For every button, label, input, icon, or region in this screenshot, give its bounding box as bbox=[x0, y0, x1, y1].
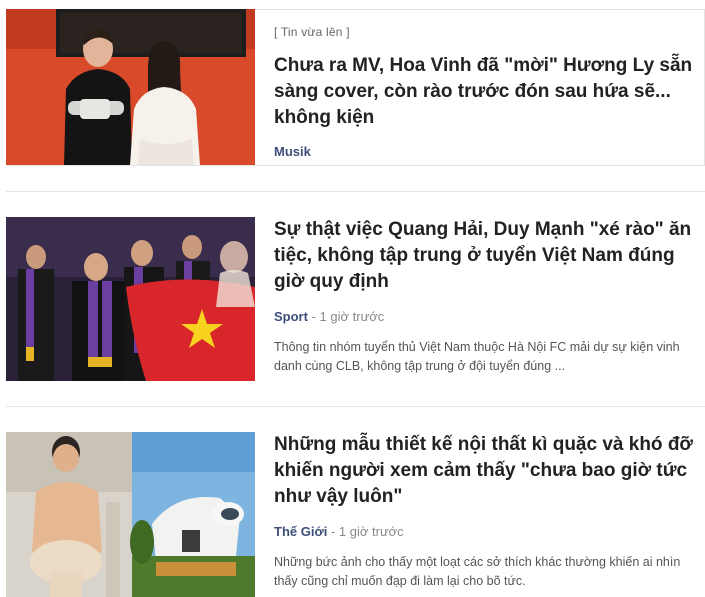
article-tag: [ Tin vừa lên ] bbox=[274, 25, 350, 39]
article-description: Thông tin nhóm tuyển thủ Việt Nam thuộc … bbox=[274, 340, 680, 373]
article-card-3[interactable]: Những mẫu thiết kế nội thất kì quặc và k… bbox=[6, 432, 705, 597]
category-link[interactable]: Sport bbox=[274, 309, 308, 324]
article-thumbnail[interactable] bbox=[6, 217, 255, 381]
meta-separator: - bbox=[330, 524, 336, 539]
divider bbox=[6, 191, 705, 192]
article-title[interactable]: Sự thật việc Quang Hải, Duy Mạnh "xé rào… bbox=[274, 217, 694, 295]
category-link[interactable]: Musik bbox=[274, 144, 311, 159]
timestamp: 1 giờ trước bbox=[338, 524, 404, 539]
article-meta: Thế Giới - 1 giờ trước bbox=[274, 524, 694, 539]
article-card-1[interactable]: [ Tin vừa lên ] Chưa ra MV, Hoa Vinh đã … bbox=[6, 9, 705, 166]
article-meta: Sport - 1 giờ trước bbox=[274, 309, 694, 324]
category-link[interactable]: Thế Giới bbox=[274, 524, 327, 539]
article-content: Những mẫu thiết kế nội thất kì quặc và k… bbox=[274, 432, 694, 591]
article-content: Sự thật việc Quang Hải, Duy Mạnh "xé rào… bbox=[274, 217, 694, 376]
article-thumbnail[interactable] bbox=[6, 9, 255, 165]
article-description: Những bức ảnh cho thấy một loạt các sở t… bbox=[274, 555, 681, 588]
meta-separator: - bbox=[311, 309, 316, 324]
article-content: [ Tin vừa lên ] Chưa ra MV, Hoa Vinh đã … bbox=[274, 9, 694, 159]
article-card-2[interactable]: Sự thật việc Quang Hải, Duy Mạnh "xé rào… bbox=[6, 217, 705, 381]
article-thumbnail[interactable] bbox=[6, 432, 255, 597]
divider bbox=[6, 406, 705, 407]
article-title[interactable]: Những mẫu thiết kế nội thất kì quặc và k… bbox=[274, 432, 694, 510]
article-title[interactable]: Chưa ra MV, Hoa Vinh đã "mời" Hương Ly s… bbox=[274, 53, 694, 131]
timestamp: 1 giờ trước bbox=[319, 309, 385, 324]
article-meta: Musik bbox=[274, 144, 694, 159]
